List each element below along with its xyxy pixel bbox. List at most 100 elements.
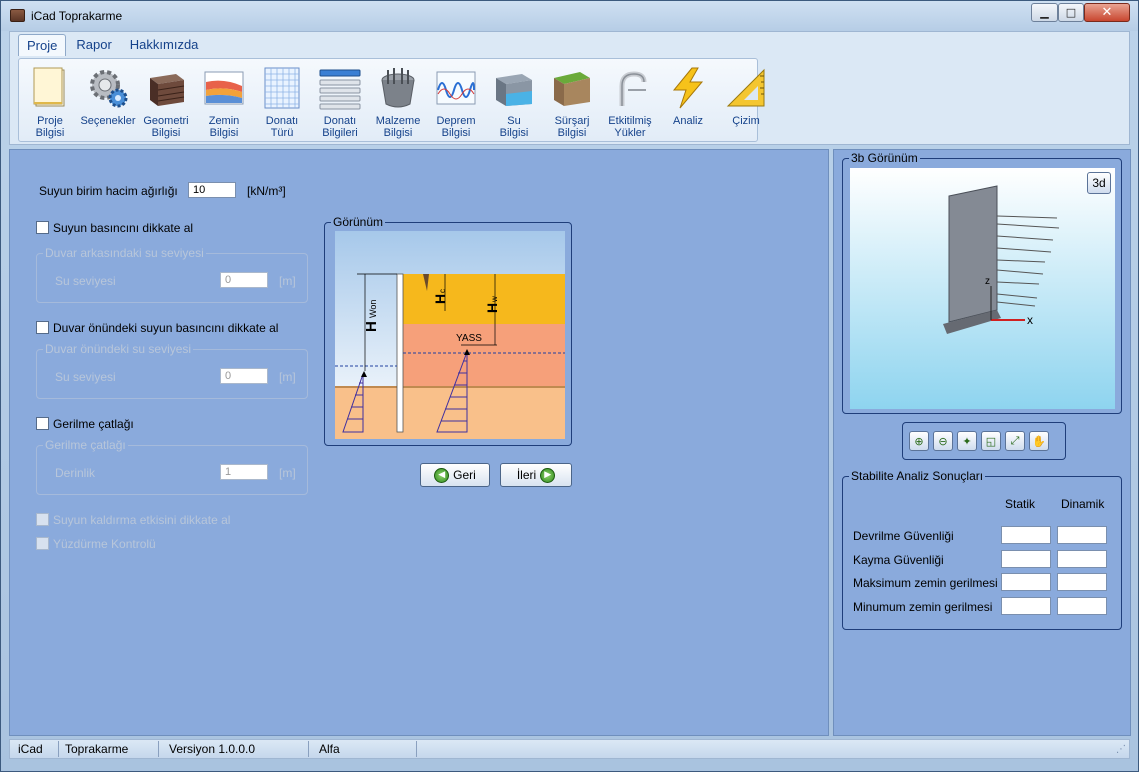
view-toolbar: ⊕ ⊖ ✦ ◱ ⤢ ✋ [902,422,1066,460]
max-soil-stress-dynamic-field[interactable] [1057,573,1107,591]
status-module: Toprakarme [65,742,129,756]
surcharge-button[interactable]: Sürşarj Bilgisi [543,59,601,141]
overturning-dynamic-field[interactable] [1057,526,1107,544]
tension-crack-checkbox[interactable] [36,417,49,430]
back-button[interactable]: ◀ Geri [420,463,490,487]
axis-z-label: z [985,276,990,287]
grid-icon [264,67,300,109]
set-square-icon [726,68,765,107]
back-water-level-group-title: Duvar arkasındaki su seviyesi [43,246,206,260]
pile-icon [381,68,415,108]
reinforcement-info-button[interactable]: Donatı Bilgileri [311,59,369,141]
buoyancy-checkbox[interactable] [36,537,49,550]
reinforcement-type-button[interactable]: Donatı Türü [253,59,311,141]
uplift-label: Suyun kaldırma etkisini dikkate al [53,513,231,527]
sliding-label: Kayma Güvenliği [853,553,944,567]
tension-crack-group: Gerilme çatlağı Derinlik 1 [m] [36,438,308,495]
applied-loads-button[interactable]: Etkitilmiş Yükler [601,59,659,141]
minimize-icon: ▁ [1040,6,1049,19]
results-panel: 3b Görünüm 3d x z ⊕ ⊖ ✦ ◱ ⤢ ✋ Stabilite … [833,149,1131,736]
hw-label: H [484,303,500,313]
project-info-button[interactable]: Proje Bilgisi [21,59,79,141]
unit-weight-input[interactable]: 10 [188,182,236,198]
min-soil-stress-label: Minumum zemin gerilmesi [853,600,993,614]
min-soil-stress-dynamic-field[interactable] [1057,597,1107,615]
maximize-icon: □ [1065,6,1077,19]
pan-icon[interactable]: ✋ [1029,431,1049,451]
stability-group: Stabilite Analiz Sonuçları Statik Dinami… [842,469,1122,630]
arrow-right-icon: ▶ [540,467,556,483]
window-title: iCad Toprakarme [31,9,123,23]
analysis-button[interactable]: Analiz [659,59,717,141]
material-button[interactable]: Malzeme Bilgisi [369,59,427,141]
ribbon-group-proje: Proje Bilgisi Seçenekler Geometri Bilgis… [18,58,765,142]
wall-3d-model: x z [943,185,1060,334]
min-soil-stress-static-field[interactable] [1001,597,1051,615]
hw-sub-label: w [490,296,499,303]
status-bar: iCad Toprakarme Versiyon 1.0.0.0 Alfa ⋰ [9,739,1130,759]
axis-x-label: x [1027,313,1033,327]
tab-proje[interactable]: Proje [18,34,67,56]
sliding-static-field[interactable] [1001,550,1051,568]
next-button-label: İleri [516,468,537,482]
layers-icon [319,69,361,110]
geometry-button[interactable]: Geometri Bilgisi [137,59,195,141]
next-button[interactable]: İleri ▶ [500,463,572,487]
uplift-checkbox[interactable] [36,513,49,526]
zoom-in-icon[interactable]: ⊕ [909,431,929,451]
drawing-button[interactable]: Çizim [717,59,775,141]
max-soil-stress-label: Maksimum zemin gerilmesi [853,576,998,590]
yass-label: YASS [456,333,482,344]
stability-group-title: Stabilite Analiz Sonuçları [849,469,986,483]
preview-group-title: Görünüm [331,215,386,229]
col-dynamic-header: Dinamik [1061,497,1105,511]
front-water-pressure-checkbox[interactable] [36,321,49,334]
status-stage: Alfa [319,742,340,756]
ribbon-tabs: Proje Rapor Hakkımızda [18,34,208,56]
back-water-pressure-checkbox[interactable] [36,221,49,234]
resize-grip-icon[interactable]: ⋰ [1116,744,1126,755]
front-water-level-group-title: Duvar önündeki su seviyesi [43,342,194,356]
unit-weight-label: Suyun birim hacim ağırlığı [39,184,178,198]
sliding-dynamic-field[interactable] [1057,550,1107,568]
app-icon [10,9,25,22]
close-button[interactable]: ✕ [1084,3,1130,22]
zoom-extents-icon[interactable]: ✦ [957,431,977,451]
soil-button[interactable]: Zemin Bilgisi [195,59,253,141]
zoom-out-icon[interactable]: ⊖ [933,431,953,451]
water-button[interactable]: Su Bilgisi [485,59,543,141]
earthquake-button[interactable]: Deprem Bilgisi [427,59,485,141]
status-separator [58,741,59,757]
overturning-static-field[interactable] [1001,526,1051,544]
hook-arrow-icon [619,71,647,106]
maximize-button[interactable]: □ [1058,3,1084,22]
close-icon: ✕ [1101,5,1113,20]
options-button[interactable]: Seçenekler [79,59,137,141]
water-settings-panel: Suyun birim hacim ağırlığı 10 [kN/m³] Su… [9,149,829,736]
hwon-sub-label: Won [368,300,378,318]
tab-hakkimizda[interactable]: Hakkımızda [122,34,207,56]
minimize-button[interactable]: ▁ [1031,3,1058,22]
water-box-icon [496,74,532,106]
zoom-window-icon[interactable]: ◱ [981,431,1001,451]
overturning-label: Devrilme Güvenliği [853,529,954,543]
view3d-mode-button[interactable]: 3d [1087,172,1111,194]
max-soil-stress-static-field[interactable] [1001,573,1051,591]
view3d-canvas[interactable]: 3d x z [850,168,1115,409]
lightning-icon [672,67,704,109]
crack-depth-unit: [m] [279,466,296,480]
status-separator [308,741,309,757]
hc-label: H [432,294,448,304]
soil-block-icon [554,72,590,106]
front-water-level-input[interactable]: 0 [220,368,268,384]
back-water-level-input[interactable]: 0 [220,272,268,288]
hc-sub-label: c [438,289,447,293]
crack-depth-label: Derinlik [55,466,96,480]
fit-icon[interactable]: ⤢ [1005,431,1025,451]
back-water-pressure-label: Suyun basıncını dikkate al [53,221,194,235]
tab-rapor[interactable]: Rapor [68,34,119,56]
hwon-label: H [363,321,380,332]
view3d-group-title: 3b Görünüm [849,151,920,165]
back-water-level-label: Su seviyesi [55,274,116,288]
crack-depth-input[interactable]: 1 [220,464,268,480]
